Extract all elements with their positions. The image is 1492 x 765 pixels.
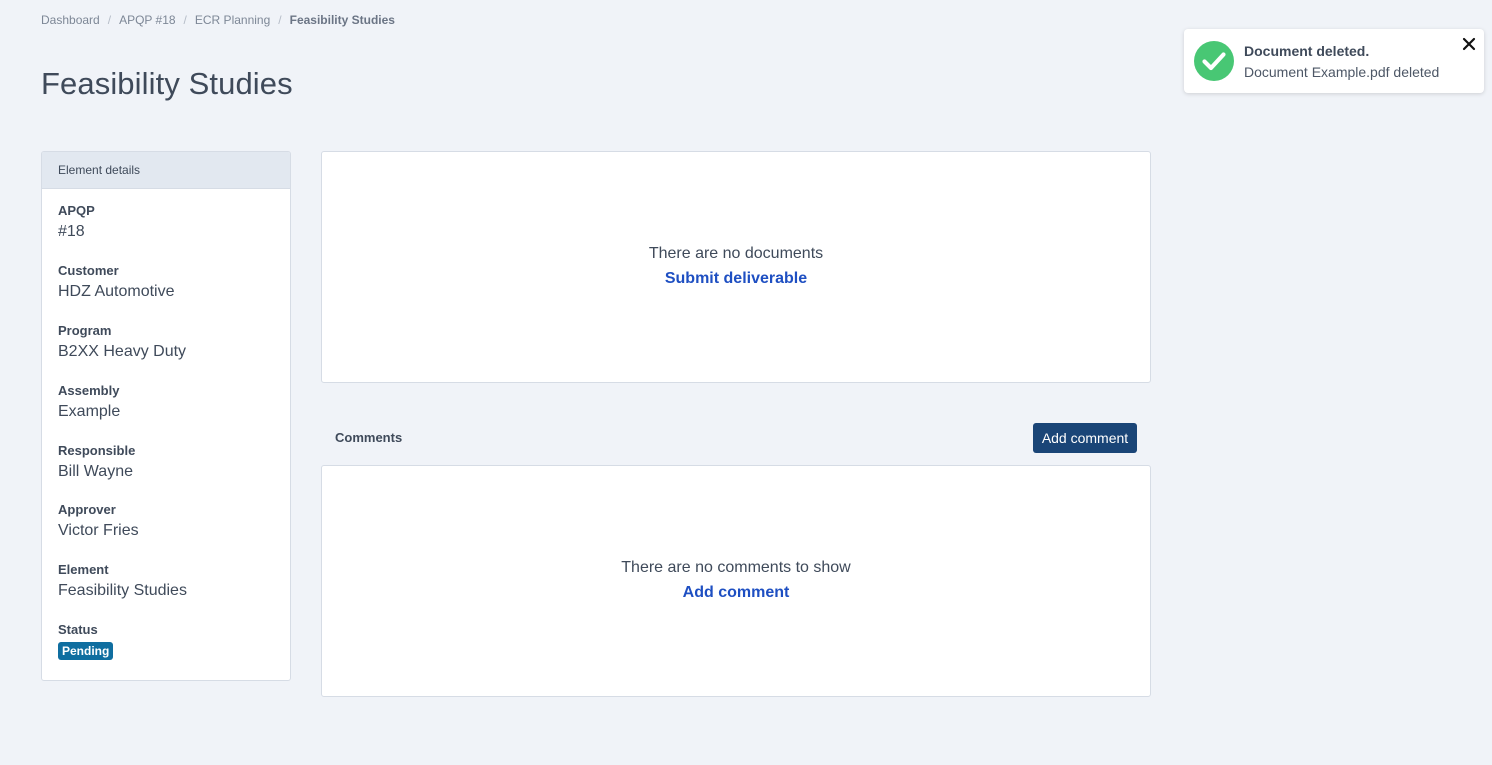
breadcrumb-separator: / (278, 13, 282, 27)
toast-title: Document deleted. (1244, 43, 1370, 59)
breadcrumb-current: Feasibility Studies (289, 13, 395, 27)
field-value: Victor Fries (58, 522, 139, 539)
field-value: #18 (58, 223, 85, 240)
field-approver: Approver Victor Fries (58, 502, 274, 562)
comments-card: There are no comments to show Add commen… (321, 465, 1151, 697)
field-value: HDZ Automotive (58, 283, 175, 300)
breadcrumb-item-apqp[interactable]: APQP #18 (119, 13, 175, 27)
field-value: Example (58, 403, 121, 420)
field-assembly: Assembly Example (58, 383, 274, 443)
field-label: Customer (58, 263, 119, 278)
documents-empty-state: There are no documents Submit deliverabl… (322, 244, 1150, 289)
breadcrumb-item-dashboard[interactable]: Dashboard (41, 13, 100, 27)
field-element: Element Feasibility Studies (58, 562, 274, 622)
field-status: Status Pending (58, 622, 274, 680)
toast-message: Document Example.pdf deleted (1244, 64, 1440, 80)
breadcrumb-separator: / (107, 13, 112, 27)
field-label: Assembly (58, 383, 120, 398)
add-comment-button[interactable]: Add comment (1033, 423, 1137, 453)
comments-empty-state: There are no comments to show Add commen… (322, 558, 1150, 603)
field-value: Bill Wayne (58, 463, 133, 480)
documents-card: There are no documents Submit deliverabl… (321, 151, 1151, 383)
field-label: APQP (58, 203, 95, 218)
element-details-body: APQP #18 Customer HDZ Automotive Program… (42, 189, 290, 680)
page-title: Feasibility Studies (41, 66, 293, 101)
field-apqp: APQP #18 (58, 203, 274, 263)
element-details-header: Element details (42, 152, 290, 189)
status-badge: Pending (58, 642, 114, 660)
documents-empty-text: There are no documents (648, 245, 824, 262)
field-label: Status (58, 622, 98, 637)
check-circle-icon (1194, 41, 1234, 81)
field-customer: Customer HDZ Automotive (58, 263, 274, 323)
submit-deliverable-link[interactable]: Submit deliverable (665, 269, 807, 289)
field-value: Feasibility Studies (58, 582, 187, 599)
breadcrumb: Dashboard / APQP #18 / ECR Planning / Fe… (41, 13, 395, 27)
field-label: Program (58, 323, 112, 338)
breadcrumb-separator: / (183, 13, 187, 27)
breadcrumb-item-ecr-planning[interactable]: ECR Planning (195, 13, 270, 27)
field-value: B2XX Heavy Duty (58, 343, 187, 360)
field-program: Program B2XX Heavy Duty (58, 323, 274, 383)
toast-notification: Document deleted. Document Example.pdf d… (1184, 29, 1484, 93)
element-details-card: Element details APQP #18 Customer HDZ Au… (41, 151, 291, 681)
comments-title: Comments (335, 430, 403, 445)
add-comment-link[interactable]: Add comment (683, 583, 790, 603)
close-icon[interactable] (1460, 35, 1478, 53)
field-label: Responsible (58, 443, 136, 458)
page: Dashboard / APQP #18 / ECR Planning / Fe… (0, 0, 1492, 765)
field-label: Approver (58, 502, 116, 517)
field-label: Element (58, 562, 109, 577)
comments-empty-text: There are no comments to show (621, 559, 851, 576)
field-responsible: Responsible Bill Wayne (58, 443, 274, 502)
